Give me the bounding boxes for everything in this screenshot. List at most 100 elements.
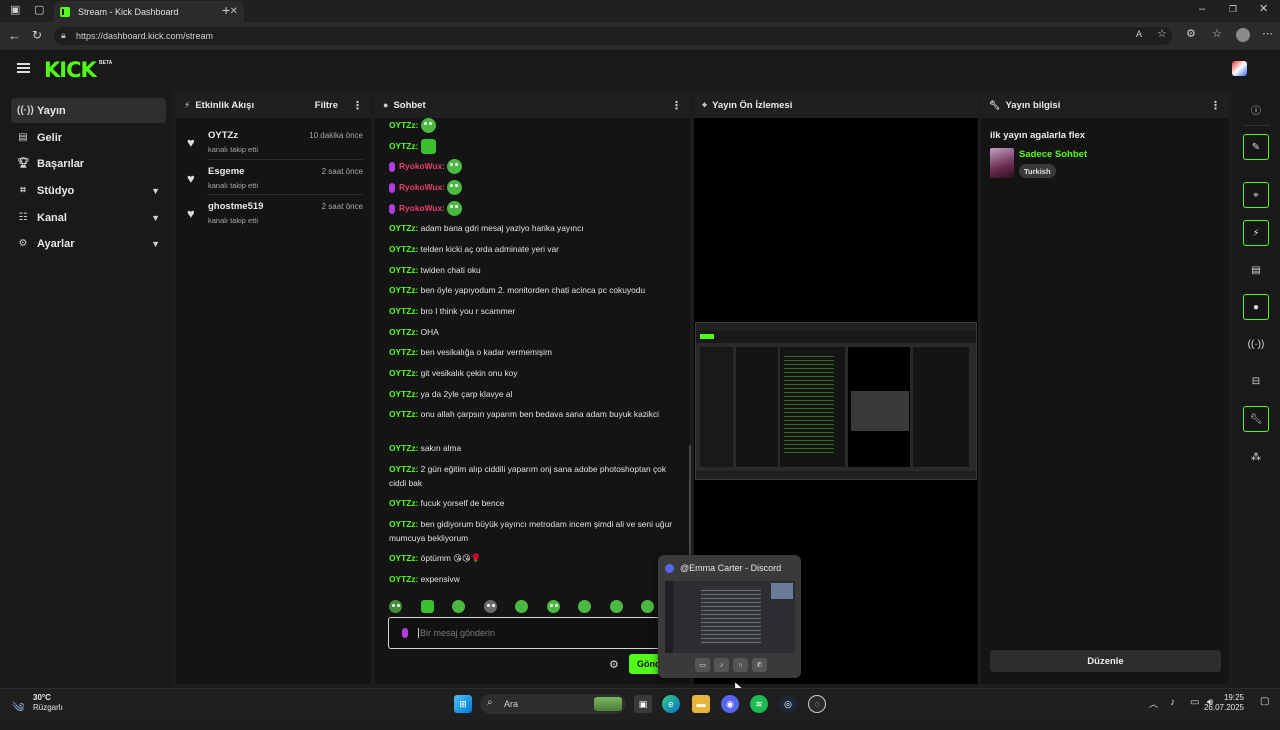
task-view-icon[interactable]: ▣ bbox=[634, 695, 652, 713]
chat-username[interactable]: OYTZz bbox=[389, 347, 416, 357]
document-icon[interactable]: ▤ bbox=[1243, 257, 1269, 283]
chat-message-input[interactable]: Bir mesaj gönderin bbox=[388, 617, 680, 649]
reload-icon[interactable]: ↻ bbox=[32, 29, 42, 41]
mic-tray-icon[interactable]: ♪ bbox=[1170, 697, 1175, 708]
user-avatar[interactable] bbox=[1232, 61, 1247, 76]
more-options-icon[interactable]: ⋮ bbox=[352, 99, 363, 112]
weather-wind-icon[interactable]: ༄ bbox=[12, 693, 24, 730]
chat-username[interactable]: OYTZz bbox=[389, 409, 416, 419]
chat-username[interactable]: OYTZz bbox=[389, 306, 416, 316]
chat-username[interactable]: OYTZz bbox=[389, 120, 416, 130]
sidebar-item-yayin[interactable]: ((·)) Yayın bbox=[11, 98, 166, 123]
hamburger-menu-icon[interactable] bbox=[17, 63, 30, 73]
windows-start-icon[interactable]: ⊞ bbox=[454, 695, 472, 713]
edge-browser-icon[interactable]: e bbox=[662, 695, 680, 713]
microphone-icon[interactable]: ♪ bbox=[714, 658, 729, 672]
info-icon[interactable]: ⓘ bbox=[1243, 96, 1269, 122]
taskbar-search[interactable]: ⌕ Ara bbox=[480, 694, 626, 714]
workspaces-icon[interactable]: ▣ bbox=[10, 5, 20, 16]
emote-icon[interactable] bbox=[546, 599, 560, 613]
chat-username[interactable]: RyokoWux bbox=[399, 182, 442, 192]
emote-icon[interactable] bbox=[578, 599, 591, 613]
chat-settings-gear-icon[interactable]: ⚙ bbox=[609, 658, 619, 671]
activity-username[interactable]: Esgeme bbox=[208, 166, 244, 177]
edit-stream-info-button[interactable]: Düzenle bbox=[990, 650, 1221, 672]
file-explorer-icon[interactable]: ▬ bbox=[692, 695, 710, 713]
activity-username[interactable]: ghostme519 bbox=[208, 201, 263, 212]
browser-tab-active[interactable]: Stream - Kick Dashboard ✕ bbox=[54, 1, 244, 22]
preview-toggle-icon[interactable]: ⌖ bbox=[1243, 182, 1269, 208]
profile-avatar[interactable] bbox=[1236, 28, 1250, 42]
chat-username[interactable]: OYTZz bbox=[389, 574, 416, 584]
layout-icon[interactable]: ⊟ bbox=[1243, 368, 1269, 394]
chat-username[interactable]: OYTZz bbox=[389, 443, 416, 453]
chat-username[interactable]: OYTZz bbox=[389, 519, 416, 529]
category-link[interactable]: Sadece Sohbet bbox=[1019, 149, 1087, 160]
discord-window-thumbnail[interactable] bbox=[665, 581, 795, 653]
broadcast-rail-icon[interactable]: ((·)) bbox=[1243, 331, 1269, 357]
video-camera-icon[interactable]: ▭ bbox=[695, 658, 710, 672]
chat-username[interactable]: OYTZz bbox=[389, 141, 416, 151]
spotify-icon[interactable]: ≋ bbox=[750, 695, 768, 713]
address-bar[interactable]: 🔒︎ https://dashboard.kick.com/stream bbox=[54, 27, 1172, 45]
sidebar-item-gelir[interactable]: ▤ Gelir bbox=[11, 125, 166, 150]
wrench-rail-icon[interactable]: 🔧︎ bbox=[1243, 406, 1269, 432]
emote-icon[interactable] bbox=[447, 159, 463, 175]
browser-menu-icon[interactable]: ⋯ bbox=[1262, 29, 1273, 40]
activity-username[interactable]: OYTZz bbox=[208, 130, 238, 141]
microphone-icon[interactable] bbox=[402, 628, 408, 638]
emote-icon[interactable] bbox=[641, 599, 654, 613]
chat-username[interactable]: OYTZz bbox=[389, 389, 416, 399]
emote-icon[interactable] bbox=[420, 139, 436, 155]
emote-icon[interactable] bbox=[420, 118, 436, 134]
edit-pencil-icon[interactable]: ✎ bbox=[1243, 134, 1269, 160]
chat-username[interactable]: OYTZz bbox=[389, 553, 416, 563]
apps-icon[interactable]: ⁂ bbox=[1243, 444, 1269, 470]
back-icon[interactable]: ← bbox=[8, 29, 21, 42]
favorites-icon[interactable]: ☆ bbox=[1212, 29, 1222, 40]
chat-username[interactable]: OYTZz bbox=[389, 244, 416, 254]
extensions-icon[interactable]: ⚙ bbox=[1186, 29, 1196, 40]
weather-widget[interactable]: 30°C Rüzgarlı bbox=[33, 693, 63, 713]
chat-toggle-icon[interactable]: ● bbox=[1243, 294, 1269, 320]
favorite-star-icon[interactable]: ☆ bbox=[1157, 29, 1167, 40]
more-options-icon[interactable]: ⋮ bbox=[671, 99, 682, 112]
emote-icon[interactable] bbox=[515, 599, 528, 613]
new-tab-icon[interactable]: + bbox=[222, 3, 230, 17]
sidebar-item-kanal[interactable]: ☷ Kanal ▼ bbox=[11, 205, 166, 230]
more-options-icon[interactable]: ⋮ bbox=[1210, 99, 1221, 112]
network-icon[interactable]: ▭ bbox=[1190, 697, 1199, 708]
discord-taskbar-icon[interactable]: ◉ bbox=[721, 695, 739, 713]
tab-actions-icon[interactable]: ▢ bbox=[34, 5, 44, 16]
restore-icon[interactable]: ❐ bbox=[1229, 5, 1237, 14]
headphones-icon[interactable]: ∩ bbox=[733, 658, 748, 672]
chevron-up-icon[interactable]: ︿ bbox=[1149, 697, 1158, 710]
window-close-icon[interactable]: ✕ bbox=[1259, 4, 1268, 15]
discord-preview-popup[interactable]: @Emma Carter - Discord ▭ ♪ ∩ ✆ bbox=[658, 555, 801, 678]
emote-icon[interactable] bbox=[447, 201, 463, 217]
filter-button[interactable]: Filtre bbox=[315, 100, 338, 111]
emote-icon[interactable] bbox=[389, 599, 402, 613]
chat-username[interactable]: OYTZz bbox=[389, 368, 416, 378]
tab-close-icon[interactable]: ✕ bbox=[230, 6, 238, 17]
chat-username[interactable]: OYTZz bbox=[389, 223, 416, 233]
chat-username[interactable]: OYTZz bbox=[389, 464, 416, 474]
emote-icon[interactable] bbox=[447, 180, 463, 196]
read-aloud-icon[interactable]: A bbox=[1136, 30, 1142, 39]
emote-icon[interactable] bbox=[483, 599, 497, 613]
hang-up-icon[interactable]: ✆ bbox=[752, 658, 767, 672]
steam-icon[interactable]: ◎ bbox=[779, 695, 797, 713]
minimize-icon[interactable]: – bbox=[1199, 4, 1205, 15]
chat-username[interactable]: RyokoWux bbox=[399, 161, 442, 171]
chat-username[interactable]: OYTZz bbox=[389, 285, 416, 295]
chat-username[interactable]: RyokoWux bbox=[399, 203, 442, 213]
sidebar-item-ayarlar[interactable]: ⚙ Ayarlar ▼ bbox=[11, 231, 166, 256]
obs-icon[interactable]: ◌ bbox=[808, 695, 826, 713]
emote-icon[interactable] bbox=[452, 599, 465, 613]
chat-username[interactable]: OYTZz bbox=[389, 327, 416, 337]
chat-username[interactable]: OYTZz bbox=[389, 265, 416, 275]
sidebar-item-studyo[interactable]: ⌗ Stüdyo ▼ bbox=[11, 178, 166, 203]
sidebar-item-basarilar[interactable]: 🏆︎ Başarılar bbox=[11, 151, 166, 176]
notifications-icon[interactable]: ▢ bbox=[1260, 696, 1269, 707]
activity-bolt-icon[interactable]: ⚡︎ bbox=[1243, 220, 1269, 246]
